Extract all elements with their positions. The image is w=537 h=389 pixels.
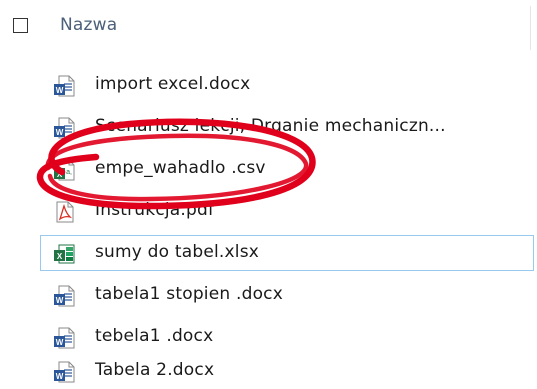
file-list: W import excel.docx W Scenariusz lekcji,… — [0, 0, 537, 389]
file-row-tabela1-stopien[interactable]: W tabela1 stopien .docx — [40, 277, 534, 313]
svg-text:W: W — [56, 372, 64, 381]
file-row-empe-wahadlo[interactable]: a, X empe_wahadlo .csv — [40, 151, 534, 187]
file-name: Scenariusz lekcji, Drganie mechaniczn... — [95, 116, 446, 136]
svg-text:a,: a, — [66, 169, 72, 176]
word-document-icon: W — [54, 327, 75, 349]
file-row-import-excel[interactable]: W import excel.docx — [40, 67, 534, 103]
file-name: Instrukcja.pdf — [95, 200, 215, 220]
file-name: sumy do tabel.xlsx — [95, 242, 260, 262]
file-row-scenariusz-lekcji[interactable]: W Scenariusz lekcji, Drganie mechaniczn.… — [40, 109, 534, 145]
file-name: import excel.docx — [95, 74, 251, 94]
word-document-icon: W — [54, 117, 75, 139]
pdf-document-icon — [56, 201, 74, 223]
word-document-icon: W — [54, 285, 75, 307]
file-row-tebela1[interactable]: W tebela1 .docx — [40, 319, 534, 355]
svg-text:W: W — [56, 86, 64, 95]
file-name: Tabela 2.docx — [95, 360, 215, 380]
file-name: tebela1 .docx — [95, 326, 214, 346]
svg-text:W: W — [56, 128, 64, 137]
word-document-icon: W — [54, 75, 75, 97]
file-row-sumy-do-tabel[interactable]: X sumy do tabel.xlsx — [40, 235, 534, 271]
word-document-icon: W — [54, 361, 75, 383]
svg-text:W: W — [56, 296, 64, 305]
svg-text:X: X — [57, 252, 63, 261]
file-name: empe_wahadlo .csv — [95, 158, 266, 178]
excel-csv-icon: a, X — [54, 159, 75, 181]
file-row-tabela-2[interactable]: W Tabela 2.docx — [40, 353, 534, 389]
svg-text:X: X — [57, 170, 63, 179]
svg-text:W: W — [56, 338, 64, 347]
file-name: tabela1 stopien .docx — [95, 284, 283, 304]
file-row-instrukcja[interactable]: Instrukcja.pdf — [40, 193, 534, 229]
excel-workbook-icon: X — [54, 244, 75, 264]
